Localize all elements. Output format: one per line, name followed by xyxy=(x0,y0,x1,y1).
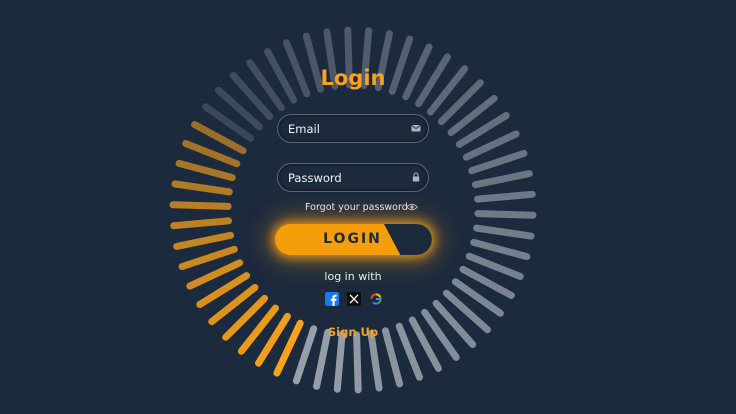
ring-segment xyxy=(471,170,533,189)
lock-icon xyxy=(412,172,420,182)
ring-segment xyxy=(474,210,537,219)
ring-segment xyxy=(473,224,535,240)
ring-segment xyxy=(170,217,232,230)
ring-segment xyxy=(474,190,536,203)
email-field-wrapper xyxy=(277,114,429,143)
google-icon[interactable] xyxy=(369,292,383,306)
ring-segment xyxy=(169,201,232,210)
ring-segment xyxy=(468,149,528,175)
social-login-prompt: log in with xyxy=(324,270,382,283)
ring-segment xyxy=(470,238,531,261)
password-field-wrapper xyxy=(277,163,429,192)
ring-segment xyxy=(353,331,362,394)
ring-segment xyxy=(178,245,238,271)
ring-segment xyxy=(175,159,236,182)
login-title: Login xyxy=(320,66,386,90)
sign-up-link[interactable]: Sign Up xyxy=(0,325,706,339)
envelope-icon xyxy=(411,125,421,132)
x-icon[interactable] xyxy=(347,292,361,306)
login-button[interactable]: LOGIN xyxy=(275,224,432,255)
forgot-password-link[interactable]: Forgot your password xyxy=(305,202,408,213)
ring-segment xyxy=(171,180,233,196)
login-button-label: LOGIN xyxy=(323,231,382,247)
password-field[interactable] xyxy=(288,168,406,187)
ring-segment xyxy=(367,330,383,392)
facebook-icon[interactable] xyxy=(325,292,339,306)
email-field[interactable] xyxy=(288,119,406,138)
ring-segment xyxy=(313,328,332,390)
ring-segment xyxy=(333,331,346,393)
ring-segment xyxy=(173,231,235,250)
eye-icon[interactable] xyxy=(406,202,418,212)
